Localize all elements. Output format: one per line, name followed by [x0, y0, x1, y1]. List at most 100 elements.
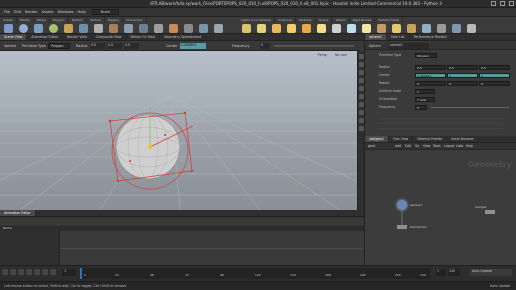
spot-light-icon[interactable]	[272, 24, 281, 33]
maximize-button[interactable]	[500, 1, 505, 6]
end-frame-field[interactable]: 240	[448, 269, 460, 276]
playhead[interactable]	[80, 268, 82, 279]
distant-light-icon[interactable]	[332, 24, 341, 33]
scene-viewport[interactable]: Persp No cam	[0, 51, 357, 210]
update-mode-label[interactable]: Auto Update	[490, 284, 510, 288]
current-frame-field[interactable]: 1	[62, 269, 76, 276]
go-to-end-icon[interactable]	[50, 269, 56, 275]
geometry-light-icon[interactable]	[302, 24, 311, 33]
menu-render[interactable]: Render	[25, 10, 38, 14]
net-menu-go[interactable]: Go	[415, 144, 419, 148]
center-field[interactable]: 0.269803	[180, 43, 206, 49]
tab-geometry-spreadsheet[interactable]: Geometry Spreadsheet	[160, 34, 206, 40]
tab-animation-editor-bottom[interactable]: Animation Editor	[0, 210, 36, 216]
frequency-input[interactable]: 5	[415, 105, 427, 110]
box-tool-icon[interactable]	[4, 24, 13, 33]
font-tool-icon[interactable]	[184, 24, 193, 33]
uniform-scale-input[interactable]: 1	[415, 89, 435, 94]
shelf-tab-characters[interactable]: Characters	[123, 17, 147, 23]
menu-assets[interactable]: Assets	[42, 10, 54, 14]
shelf-tab-model[interactable]: Model	[34, 17, 50, 23]
null-tool-icon[interactable]	[79, 24, 88, 33]
tab-obj-geo1[interactable]: /obj/geo1	[365, 136, 389, 142]
shelf-tab-lights[interactable]: Lights and Cameras	[238, 17, 275, 23]
channel-list[interactable]	[0, 231, 60, 265]
gi-light-icon[interactable]	[377, 24, 386, 33]
tab-tree-view[interactable]: Tree View	[389, 136, 414, 142]
vr-camera-icon[interactable]	[452, 24, 461, 33]
graph-area[interactable]	[60, 231, 364, 265]
shelf-tab-polygon[interactable]: Polygon	[50, 17, 69, 23]
start-frame-field[interactable]: 1	[436, 269, 446, 276]
radius-z-field[interactable]: 0.5	[124, 43, 139, 49]
persp-menu[interactable]: Persp	[318, 53, 327, 57]
shelf-tab-texture[interactable]: Texture	[87, 17, 105, 23]
shelf-tab-create[interactable]: Create	[0, 17, 17, 23]
line-tool-icon[interactable]	[94, 24, 103, 33]
net-menu-tools[interactable]: Tools	[433, 144, 441, 148]
radius-z-input[interactable]: 0.5	[479, 65, 510, 70]
platonic-tool-icon[interactable]	[199, 24, 208, 33]
frequency-field[interactable]: 5	[260, 43, 270, 49]
close-button[interactable]	[509, 1, 514, 6]
portal-light-icon[interactable]	[407, 24, 416, 33]
shelf-tab-rigid-bodies[interactable]: Rigid Bodies	[350, 17, 376, 23]
play-reverse-icon[interactable]	[18, 269, 24, 275]
tab-composite-view[interactable]: Composite View	[92, 34, 127, 40]
tab-scene-view[interactable]: Scene View	[0, 34, 28, 40]
shelf-tab-particles[interactable]: Particles	[296, 17, 316, 23]
shelf-tab-collisions[interactable]: Collisions	[275, 17, 297, 23]
radius-y-field[interactable]: 0.5	[107, 43, 122, 49]
tab-motion-fx-view[interactable]: Motion FX View	[127, 34, 160, 40]
net-menu-add[interactable]: Add	[395, 144, 401, 148]
tab-take-list[interactable]: Take List	[387, 34, 410, 40]
net-menu-view[interactable]: View	[423, 144, 430, 148]
circle-tool-icon[interactable]	[109, 24, 118, 33]
sky-light-icon[interactable]	[362, 24, 371, 33]
torus-tool-icon[interactable]	[49, 24, 58, 33]
sync-mode-select[interactable]: Auto Update	[470, 269, 512, 276]
step-forward-icon[interactable]	[42, 269, 48, 275]
path-tool-icon[interactable]	[154, 24, 163, 33]
net-menu-labs[interactable]: Labs	[456, 144, 463, 148]
step-back-icon[interactable]	[10, 269, 16, 275]
net-menu-help[interactable]: Help	[466, 144, 473, 148]
orientation-dropdown[interactable]: Y Axis	[415, 97, 435, 102]
desktop-select[interactable]: Build	[91, 9, 119, 15]
shelf-tab-modify[interactable]: Modify	[17, 17, 34, 23]
tab-performance-monitor[interactable]: Performance Monitor	[410, 34, 452, 40]
ambient-light-icon[interactable]	[422, 24, 431, 33]
camera-tool-icon[interactable]	[242, 24, 251, 33]
switcher-icon[interactable]	[467, 24, 476, 33]
shelf-tab-deform[interactable]: Deform	[69, 17, 87, 23]
point-light-icon[interactable]	[257, 24, 266, 33]
tab-animation-editor[interactable]: Animation Editor	[27, 34, 63, 40]
frequency-slider[interactable]	[274, 45, 354, 47]
volume-light-icon[interactable]	[317, 24, 326, 33]
draw-curve-tool-icon[interactable]	[139, 24, 148, 33]
camera-menu[interactable]: No cam	[335, 53, 347, 57]
caustic-light-icon[interactable]	[392, 24, 401, 33]
rotate-z-input[interactable]: 0	[479, 81, 510, 86]
radius-x-field[interactable]: 0.5	[90, 43, 105, 49]
net-menu-layout[interactable]: Layout	[444, 144, 455, 148]
time-slider[interactable]: 1 24 48 72 96 120 144 168 192 216 240	[80, 268, 430, 279]
menu-windows[interactable]: Windows	[57, 10, 73, 14]
l-system-tool-icon[interactable]	[214, 24, 223, 33]
primitive-type-dropdown[interactable]: Polygon	[415, 53, 437, 58]
tab-sphere1[interactable]: sphere1	[365, 34, 387, 40]
radius-y-input[interactable]: 0.5	[447, 65, 478, 70]
minimize-button[interactable]	[491, 1, 496, 6]
play-icon[interactable]	[34, 269, 40, 275]
net-menu-edit[interactable]: Edit	[405, 144, 411, 148]
tab-asset-browser[interactable]: Asset Browser	[447, 136, 479, 142]
rotate-x-input[interactable]: 0	[415, 81, 446, 86]
shelf-tab-vellum[interactable]: Vellum	[332, 17, 350, 23]
spray-paint-tool-icon[interactable]	[169, 24, 178, 33]
shelf-tab-grains[interactable]: Grains	[316, 17, 333, 23]
center-x-input[interactable]: 0.269803	[415, 73, 446, 78]
pivot-handle[interactable]	[148, 145, 152, 149]
sphere-tool-icon[interactable]	[19, 24, 28, 33]
area-light-icon[interactable]	[287, 24, 296, 33]
center-z-input[interactable]: 0	[479, 73, 510, 78]
